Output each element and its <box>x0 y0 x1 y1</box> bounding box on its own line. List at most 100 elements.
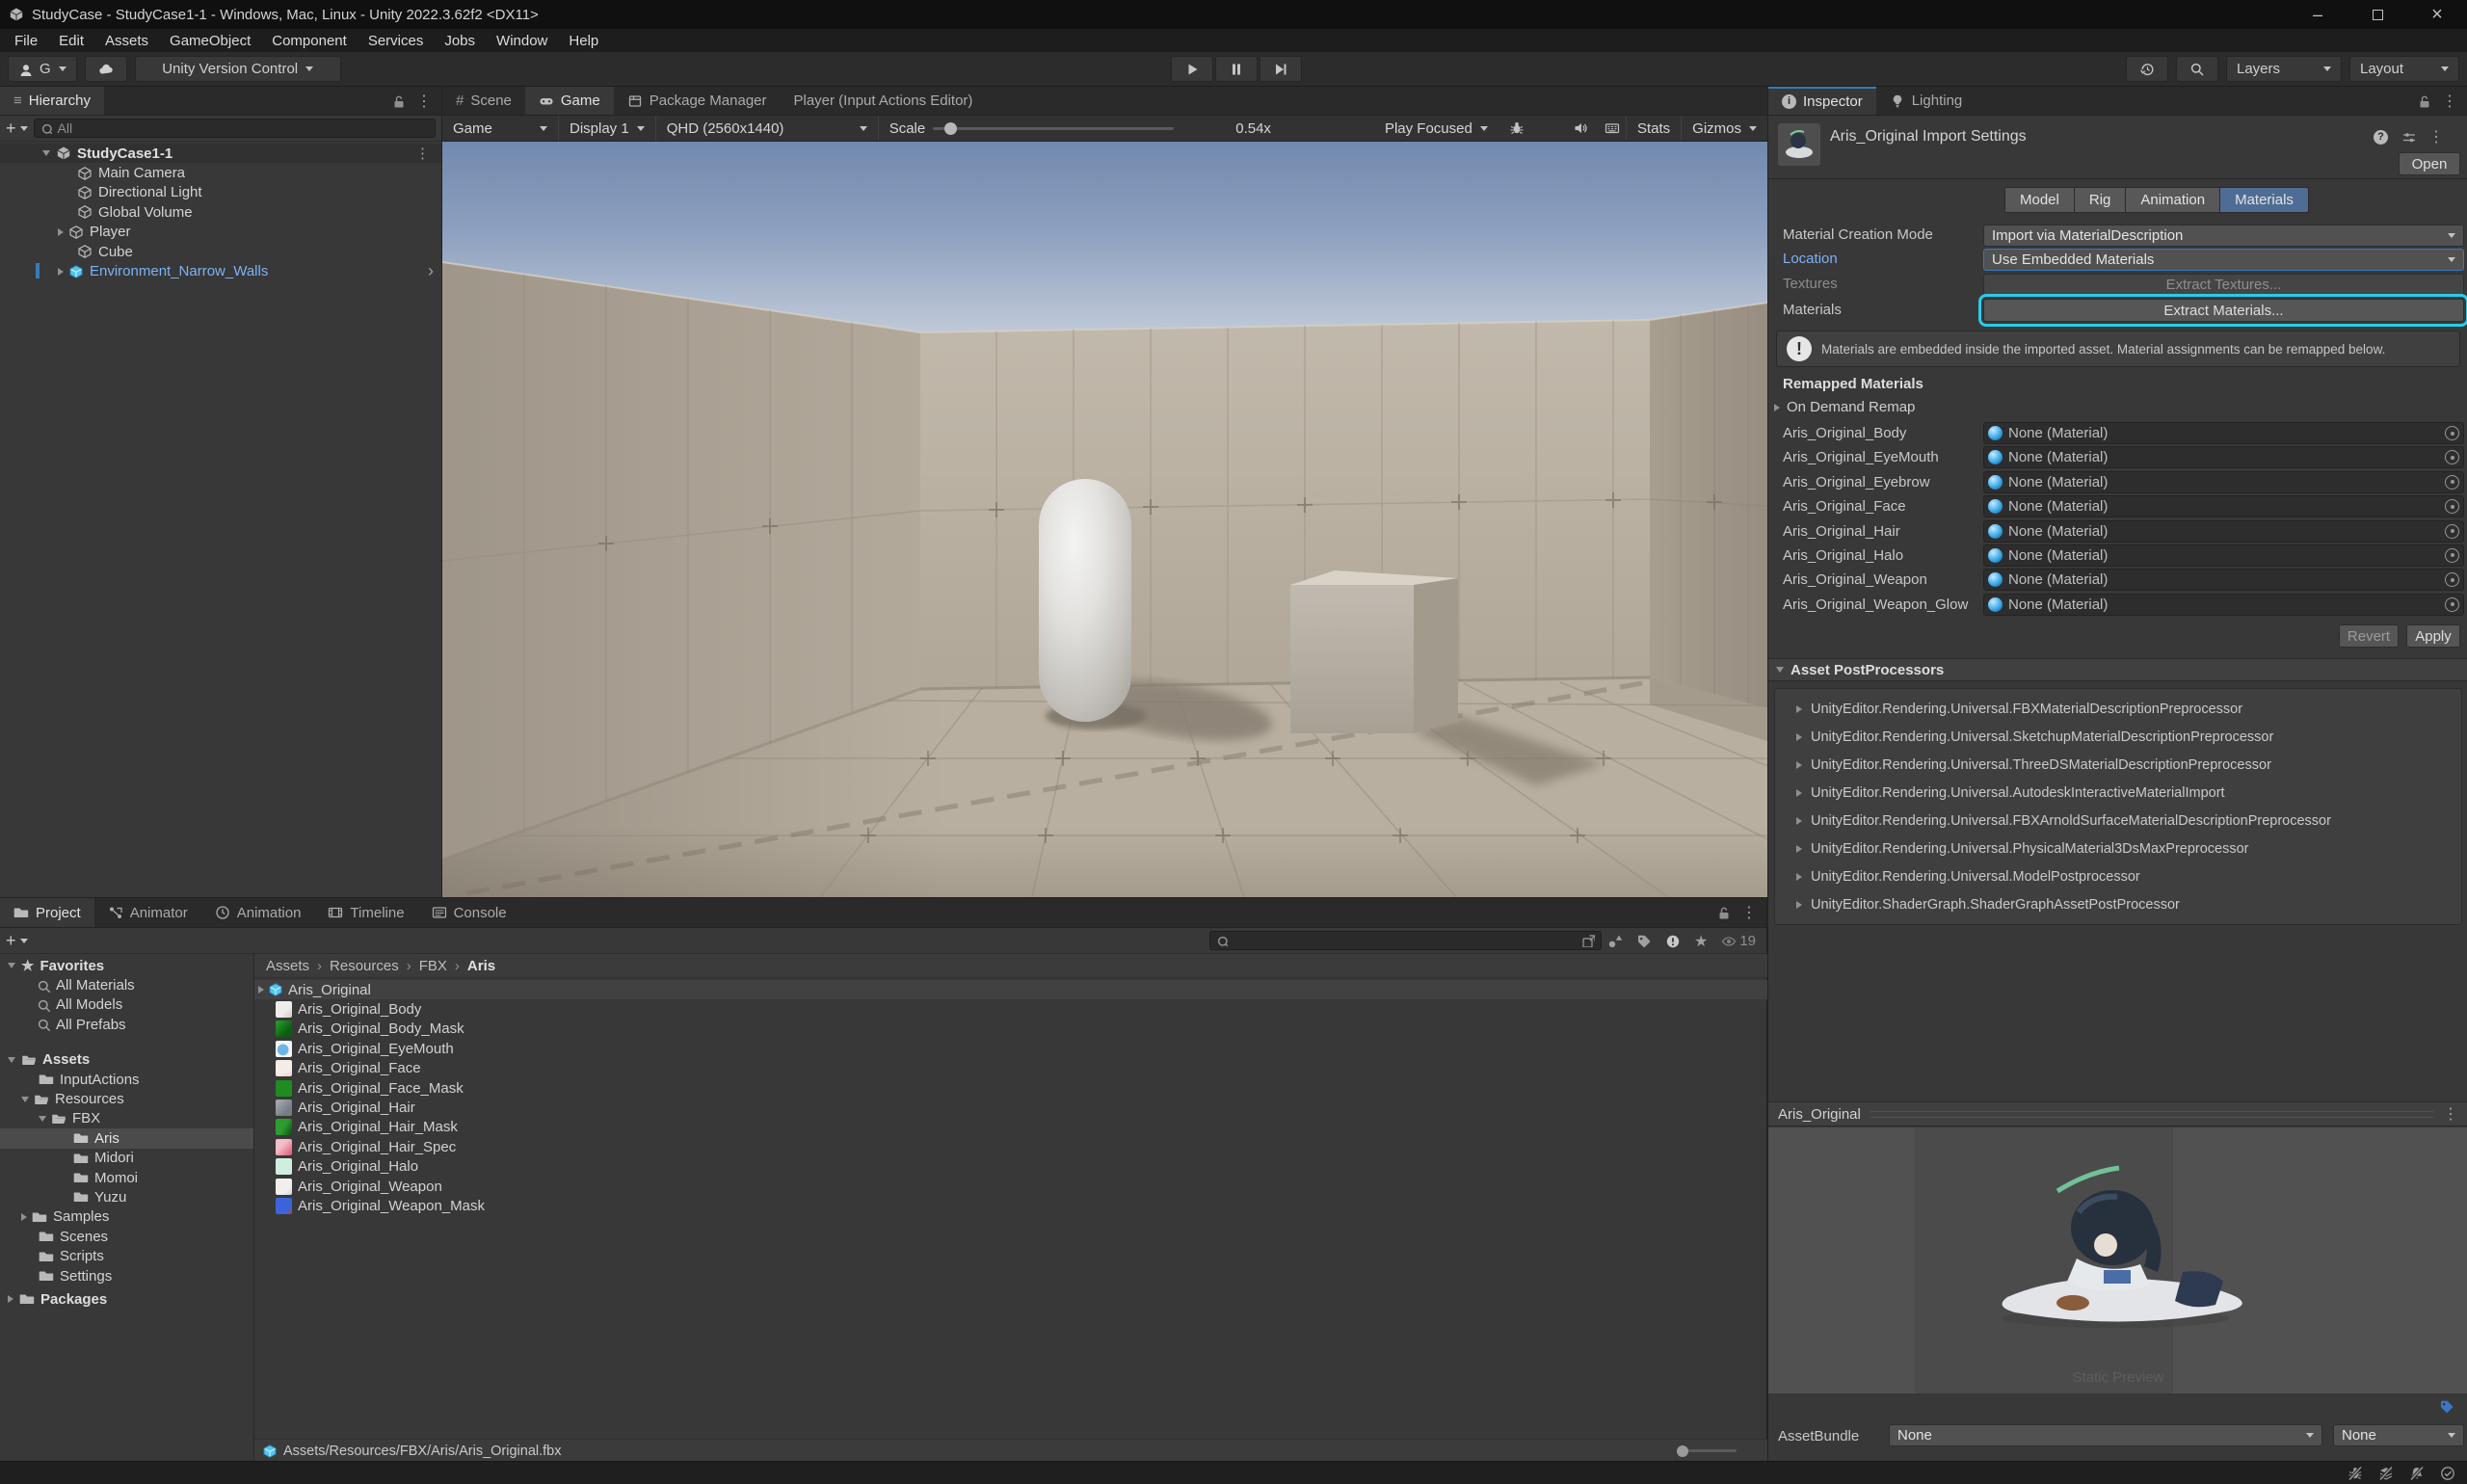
object-picker-icon[interactable] <box>2445 597 2459 612</box>
vsync-button[interactable] <box>1599 116 1626 141</box>
file-row[interactable]: Aris_Original_EyeMouth <box>254 1039 1767 1058</box>
hierarchy-item-player[interactable]: Player <box>0 223 441 242</box>
file-row[interactable]: Aris_Original_Face <box>254 1059 1767 1078</box>
folder-yuzu[interactable]: Yuzu <box>0 1187 253 1206</box>
debugger-disabled-icon[interactable] <box>2348 1466 2363 1481</box>
assetbundle-variant-dropdown[interactable]: None <box>2333 1424 2464 1446</box>
close-button[interactable]: × <box>2407 0 2467 29</box>
search-by-type-icon[interactable] <box>1607 934 1623 949</box>
foldout-open-icon[interactable] <box>8 963 15 968</box>
extract-materials-button[interactable]: Extract Materials... <box>1983 299 2464 322</box>
foldout-closed-icon[interactable] <box>21 1213 27 1221</box>
favorites-root[interactable]: ★ Favorites <box>0 956 253 975</box>
tab-console[interactable]: Console <box>418 898 520 927</box>
hierarchy-item-environment-narrow-walls[interactable]: Environment_Narrow_Walls › <box>0 261 441 280</box>
layout-dropdown[interactable]: Layout <box>2349 56 2459 82</box>
file-row[interactable]: Aris_Original_Hair_Spec <box>254 1137 1767 1156</box>
postprocessor-row[interactable]: UnityEditor.Rendering.Universal.Physical… <box>1775 835 2461 862</box>
postprocessor-row[interactable]: UnityEditor.Rendering.Universal.ThreeDSM… <box>1775 751 2461 779</box>
folder-fbx[interactable]: FBX <box>0 1109 253 1128</box>
folder-settings[interactable]: Settings <box>0 1266 253 1285</box>
object-picker-icon[interactable] <box>2445 499 2459 514</box>
background-tasks-icon[interactable] <box>2440 1466 2455 1481</box>
foldout-open-icon[interactable] <box>39 1116 46 1122</box>
kebab-menu-icon[interactable]: ⋮ <box>1741 903 1757 922</box>
foldout-closed-icon[interactable] <box>58 228 64 236</box>
tab-rig[interactable]: Rig <box>2074 187 2127 213</box>
tab-animation[interactable]: Animation <box>2125 187 2220 213</box>
postprocessor-row[interactable]: UnityEditor.ShaderGraph.ShaderGraphAsset… <box>1775 890 2461 918</box>
step-button[interactable] <box>1260 56 1302 82</box>
menu-item-gameobject[interactable]: GameObject <box>159 33 261 49</box>
location-dropdown[interactable]: Use Embedded Materials <box>1983 249 2464 271</box>
menu-item-window[interactable]: Window <box>486 33 558 49</box>
breadcrumb-resources[interactable]: Resources <box>330 958 399 974</box>
menu-item-help[interactable]: Help <box>558 33 609 49</box>
folder-inputactions[interactable]: InputActions <box>0 1070 253 1089</box>
create-button[interactable]: + <box>6 119 28 139</box>
postprocessor-row[interactable]: UnityEditor.Rendering.Universal.Autodesk… <box>1775 779 2461 807</box>
open-button[interactable]: Open <box>2399 152 2460 175</box>
file-row[interactable]: Aris_Original_Body_Mask <box>254 1020 1767 1039</box>
material-object-field[interactable]: None (Material) <box>1983 544 2464 567</box>
stats-button[interactable]: Stats <box>1627 116 1681 141</box>
prefab-open-chevron-icon[interactable]: › <box>428 261 434 281</box>
hierarchy-item-directional-light[interactable]: Directional Light <box>0 183 441 202</box>
help-icon[interactable]: ? <box>2374 130 2388 145</box>
object-picker-icon[interactable] <box>2445 450 2459 464</box>
notifications-muted-icon[interactable] <box>2409 1466 2425 1481</box>
folder-momoi[interactable]: Momoi <box>0 1168 253 1187</box>
undo-history-button[interactable] <box>2126 56 2168 82</box>
packages-root[interactable]: Packages <box>0 1289 253 1309</box>
tab-animation[interactable]: Animation <box>201 898 315 927</box>
project-search-input[interactable] <box>1209 931 1602 950</box>
file-row[interactable]: Aris_Original_Hair_Mask <box>254 1118 1767 1137</box>
create-button[interactable]: + <box>6 931 28 951</box>
foldout-open-icon[interactable] <box>8 1057 15 1063</box>
creation-mode-dropdown[interactable]: Import via MaterialDescription <box>1983 225 2464 247</box>
favorite-all-models[interactable]: All Models <box>0 995 253 1015</box>
tab-package-manager[interactable]: Package Manager <box>614 87 781 115</box>
tab-animator[interactable]: Animator <box>94 898 201 927</box>
maximize-button[interactable] <box>2348 0 2407 29</box>
assetbundle-dropdown[interactable]: None <box>1889 1424 2322 1446</box>
resolution-dropdown[interactable]: QHD (2560x1440) <box>656 116 878 141</box>
folder-midori[interactable]: Midori <box>0 1149 253 1168</box>
material-object-field[interactable]: None (Material) <box>1983 471 2464 493</box>
tab-player-input-actions[interactable]: Player (Input Actions Editor) <box>781 87 987 115</box>
foldout-closed-icon[interactable] <box>8 1295 13 1303</box>
object-picker-icon[interactable] <box>2445 426 2459 440</box>
breadcrumb-fbx[interactable]: FBX <box>419 958 447 974</box>
file-aris-original[interactable]: Aris_Original <box>254 980 1767 999</box>
thumbnail-size-knob[interactable] <box>1677 1445 1688 1457</box>
foldout-open-icon[interactable] <box>21 1097 29 1102</box>
hierarchy-item-global-volume[interactable]: Global Volume <box>0 202 441 222</box>
assets-root[interactable]: Assets <box>0 1050 253 1070</box>
favorites-star-icon[interactable]: ★ <box>1694 932 1708 951</box>
material-object-field[interactable]: None (Material) <box>1983 594 2464 616</box>
object-picker-icon[interactable] <box>2445 572 2459 587</box>
scale-slider[interactable] <box>933 127 1174 130</box>
assetbundle-tag-icon[interactable] <box>2439 1399 2458 1418</box>
menu-item-services[interactable]: Services <box>358 33 435 49</box>
file-row[interactable]: Aris_Original_Body <box>254 999 1767 1019</box>
breadcrumb-aris[interactable]: Aris <box>467 958 495 974</box>
foldout-closed-icon[interactable] <box>58 268 64 276</box>
preview-drag-handle[interactable] <box>1870 1111 2433 1118</box>
debug-button[interactable] <box>1499 116 1535 141</box>
open-search-window-icon[interactable] <box>1581 934 1595 947</box>
file-row[interactable]: Aris_Original_Halo <box>254 1157 1767 1177</box>
preview-area[interactable]: Static Preview <box>1768 1127 2467 1393</box>
version-control-dropdown[interactable]: Unity Version Control <box>135 56 341 82</box>
tab-inspector[interactable]: i Inspector <box>1768 87 1876 115</box>
tab-scene[interactable]: # Scene <box>442 87 525 115</box>
search-button[interactable] <box>2176 56 2218 82</box>
hierarchy-item-main-camera[interactable]: Main Camera <box>0 163 441 182</box>
foldout-open-icon[interactable] <box>42 150 50 156</box>
postprocessor-row[interactable]: UnityEditor.Rendering.Universal.ModelPos… <box>1775 862 2461 890</box>
cache-disabled-icon[interactable] <box>2378 1466 2394 1481</box>
play-focused-dropdown[interactable]: Play Focused <box>1374 116 1499 141</box>
object-picker-icon[interactable] <box>2445 548 2459 563</box>
lock-icon[interactable] <box>391 94 405 108</box>
game-viewport[interactable] <box>442 142 1767 897</box>
